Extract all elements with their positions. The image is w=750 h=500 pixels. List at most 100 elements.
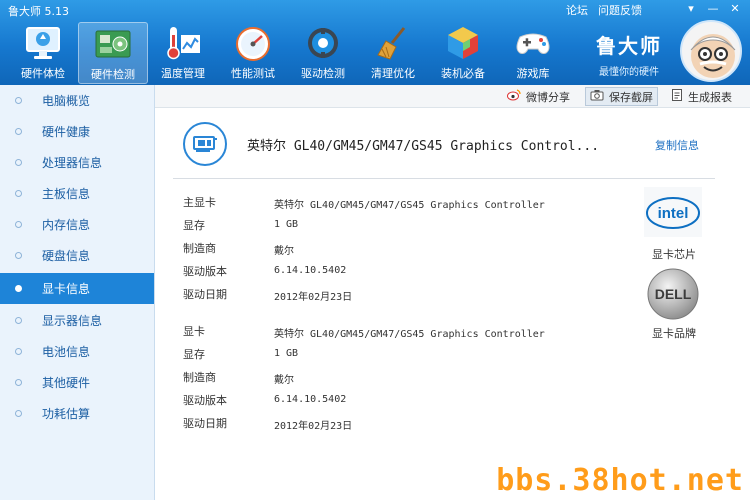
bullet-icon bbox=[15, 190, 22, 197]
bullet-icon bbox=[15, 252, 22, 259]
info-label: 显卡 bbox=[183, 325, 205, 338]
bullet-icon bbox=[15, 379, 22, 386]
info-label: 显存 bbox=[183, 219, 205, 232]
window-controls: ▾ — ✕ bbox=[682, 1, 744, 16]
bullet-icon bbox=[15, 221, 22, 228]
close-icon[interactable]: ✕ bbox=[726, 1, 744, 16]
sidebar-item-graphics[interactable]: 显卡信息 bbox=[0, 273, 154, 304]
nav-game-library[interactable]: 游戏库 bbox=[498, 22, 568, 84]
info-label: 制造商 bbox=[183, 371, 216, 384]
bullet-icon bbox=[15, 317, 22, 324]
nav-performance[interactable]: 性能测试 bbox=[218, 22, 288, 84]
top-links: 论坛 问题反馈 bbox=[566, 2, 642, 18]
broom-icon bbox=[371, 22, 415, 64]
info-label: 制造商 bbox=[183, 242, 216, 255]
info-label: 显存 bbox=[183, 348, 205, 361]
sidebar-item-label: 显卡信息 bbox=[42, 282, 91, 296]
bullet-icon bbox=[15, 285, 22, 292]
copy-info-link[interactable]: 复制信息 bbox=[655, 137, 699, 153]
nav-driver-detect[interactable]: 驱动检测 bbox=[288, 22, 358, 84]
sidebar-item-label: 处理器信息 bbox=[42, 156, 103, 170]
sidebar-item-label: 电池信息 bbox=[42, 345, 91, 359]
app-title: 鲁大师 5.13 bbox=[8, 5, 69, 18]
svg-text:intel: intel bbox=[658, 205, 689, 222]
divider bbox=[173, 178, 715, 179]
dell-logo: DELL bbox=[643, 266, 703, 322]
info-value: 1 GB bbox=[274, 348, 299, 359]
sidebar-item-label: 主板信息 bbox=[42, 187, 91, 201]
circuit-board-icon bbox=[91, 23, 135, 65]
feedback-link[interactable]: 问题反馈 bbox=[598, 2, 642, 18]
sidebar-item-power[interactable]: 功耗估算 bbox=[0, 398, 154, 429]
sidebar-item-label: 显示器信息 bbox=[42, 314, 103, 328]
sidebar-item-memory[interactable]: 内存信息 bbox=[0, 209, 154, 240]
sidebar-item-health[interactable]: 硬件健康 bbox=[0, 116, 154, 147]
chip-caption: 显卡芯片 bbox=[652, 248, 696, 261]
sidebar-item-label: 硬件健康 bbox=[42, 125, 91, 139]
nav-essentials[interactable]: 装机必备 bbox=[428, 22, 498, 84]
camera-icon bbox=[590, 89, 604, 104]
sidebar-item-overview[interactable]: 电脑概览 bbox=[0, 85, 154, 116]
nav-label: 清理优化 bbox=[371, 67, 415, 80]
nav-hardware-checkup[interactable]: 硬件体检 bbox=[8, 22, 78, 84]
report-icon bbox=[671, 89, 683, 104]
bullet-icon bbox=[15, 348, 22, 355]
sidebar-item-disk[interactable]: 硬盘信息 bbox=[0, 240, 154, 271]
intel-logo: intel bbox=[643, 184, 703, 240]
nav-label: 硬件检测 bbox=[91, 68, 135, 81]
info-value: 1 GB bbox=[274, 219, 299, 230]
gear-icon bbox=[301, 22, 345, 64]
main-content: 英特尔 GL40/GM45/GM47/GS45 Graphics Control… bbox=[155, 108, 750, 500]
nav-label: 装机必备 bbox=[441, 67, 485, 80]
sidebar-item-battery[interactable]: 电池信息 bbox=[0, 336, 154, 367]
nav-cleanup[interactable]: 清理优化 bbox=[358, 22, 428, 84]
sidebar-item-label: 功耗估算 bbox=[42, 407, 91, 421]
bullet-icon bbox=[15, 128, 22, 135]
nav-hardware-detect[interactable]: 硬件检测 bbox=[78, 22, 148, 84]
save-screenshot-label: 保存截屏 bbox=[609, 90, 653, 104]
nav-label: 驱动检测 bbox=[301, 67, 345, 80]
sidebar-item-label: 电脑概览 bbox=[42, 94, 91, 108]
info-value: 英特尔 GL40/GM45/GM47/GS45 Graphics Control… bbox=[274, 200, 545, 211]
save-screenshot-button[interactable]: 保存截屏 bbox=[585, 87, 658, 106]
main-nav: 硬件体检 硬件检测 温度管理 性能测试 驱动检测 清理优化 装机必备 游戏库 bbox=[8, 22, 568, 84]
sidebar-item-cpu[interactable]: 处理器信息 bbox=[0, 147, 154, 178]
bullet-icon bbox=[15, 410, 22, 417]
weibo-icon bbox=[507, 89, 521, 104]
weibo-share-label: 微博分享 bbox=[526, 90, 570, 104]
info-value: 戴尔 bbox=[274, 246, 294, 257]
sidebar-item-monitor[interactable]: 显示器信息 bbox=[0, 305, 154, 336]
weibo-share-button[interactable]: 微博分享 bbox=[503, 87, 574, 106]
speedometer-icon bbox=[231, 22, 275, 64]
info-label: 驱动版本 bbox=[183, 394, 227, 407]
sidebar: 电脑概览 硬件健康 处理器信息 主板信息 内存信息 硬盘信息 显卡信息 显示器信… bbox=[0, 85, 155, 500]
nav-label: 性能测试 bbox=[231, 67, 275, 80]
minimize-icon[interactable]: — bbox=[704, 1, 722, 16]
forum-link[interactable]: 论坛 bbox=[566, 2, 588, 18]
brand-caption: 显卡品牌 bbox=[652, 327, 696, 340]
sidebar-item-label: 硬盘信息 bbox=[42, 249, 91, 263]
watermark: bbs.38hot.net bbox=[496, 463, 744, 498]
brand-slogan: 最懂你的硬件 bbox=[599, 67, 659, 78]
svg-text:DELL: DELL bbox=[655, 286, 692, 302]
generate-report-button[interactable]: 生成报表 bbox=[667, 87, 736, 106]
menu-dropdown-icon[interactable]: ▾ bbox=[682, 1, 700, 16]
brand-name: 鲁大师 bbox=[596, 34, 662, 58]
cube-icon bbox=[441, 22, 485, 64]
bullet-icon bbox=[15, 159, 22, 166]
sidebar-item-other[interactable]: 其他硬件 bbox=[0, 367, 154, 398]
info-value: 6.14.10.5402 bbox=[274, 394, 347, 405]
info-value: 戴尔 bbox=[274, 375, 294, 386]
thermometer-icon bbox=[161, 22, 205, 64]
info-label: 主显卡 bbox=[183, 196, 216, 209]
info-value: 2012年02月23日 bbox=[274, 292, 353, 303]
mascot-avatar[interactable] bbox=[680, 20, 742, 82]
graphics-card-icon bbox=[183, 122, 227, 166]
sidebar-item-motherboard[interactable]: 主板信息 bbox=[0, 178, 154, 209]
info-value: 6.14.10.5402 bbox=[274, 265, 347, 276]
nav-temperature[interactable]: 温度管理 bbox=[148, 22, 218, 84]
gamepad-icon bbox=[511, 22, 555, 64]
top-banner: 鲁大师 5.13 论坛 问题反馈 ▾ — ✕ 硬件体检 硬件检测 温度管理 性能… bbox=[0, 0, 750, 85]
monitor-icon bbox=[21, 22, 65, 64]
sidebar-item-label: 内存信息 bbox=[42, 218, 91, 232]
